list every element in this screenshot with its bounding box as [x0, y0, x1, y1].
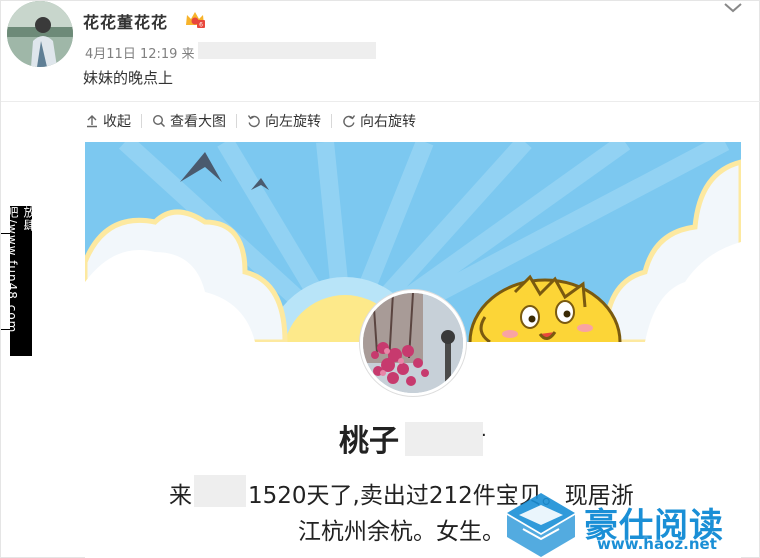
image-toolbar: 收起 查看大图 向左旋转 向右旋转: [85, 111, 416, 131]
collapse-label: 收起: [103, 114, 131, 130]
redaction-block: [194, 475, 246, 507]
user-avatar[interactable]: [7, 1, 73, 67]
toolbar-separator: [331, 114, 332, 128]
rotate-right-button[interactable]: 向右旋转: [342, 111, 416, 131]
shop-avatar[interactable]: [360, 290, 466, 396]
view-large-button[interactable]: 查看大图: [152, 111, 226, 131]
redaction-block: [198, 42, 376, 59]
rotate-right-icon: [343, 115, 356, 128]
toolbar-separator: [141, 114, 142, 128]
rotate-left-icon: [247, 115, 260, 128]
vip-crown-icon[interactable]: 6: [184, 9, 206, 29]
search-icon: [152, 114, 166, 128]
collapse-icon: [87, 115, 97, 128]
shop-name-tail: ·: [481, 425, 487, 446]
redaction-block: [405, 422, 483, 456]
brand-watermark-url: www.haoz.net: [597, 535, 717, 553]
toolbar-separator: [236, 114, 237, 128]
divider: [1, 101, 760, 102]
weibo-post-card: 花花董花花 6 4月11日 12:19 来 妹妹的晚点上 收起 查看大图 向左旋…: [0, 0, 760, 558]
site-watermark: 放肆吧/www.fun48.com: [5, 206, 36, 356]
desc-prefix: 来: [169, 483, 192, 509]
svg-text:6: 6: [199, 22, 203, 29]
rotate-left-label: 向左旋转: [265, 114, 321, 130]
shop-name: 桃子: [339, 424, 399, 459]
user-name[interactable]: 花花董花花: [83, 9, 168, 33]
rotate-right-label: 向右旋转: [360, 114, 416, 130]
post-text: 妹妹的晚点上: [83, 69, 174, 87]
chevron-down-icon[interactable]: [721, 1, 745, 15]
post-timestamp[interactable]: 4月11日 12:19 来: [85, 43, 195, 62]
view-large-label: 查看大图: [170, 114, 226, 130]
rotate-left-button[interactable]: 向左旋转: [247, 111, 321, 131]
shop-description-line-2: 江杭州余杭。女生。: [298, 519, 505, 545]
collapse-button[interactable]: 收起: [85, 111, 131, 131]
